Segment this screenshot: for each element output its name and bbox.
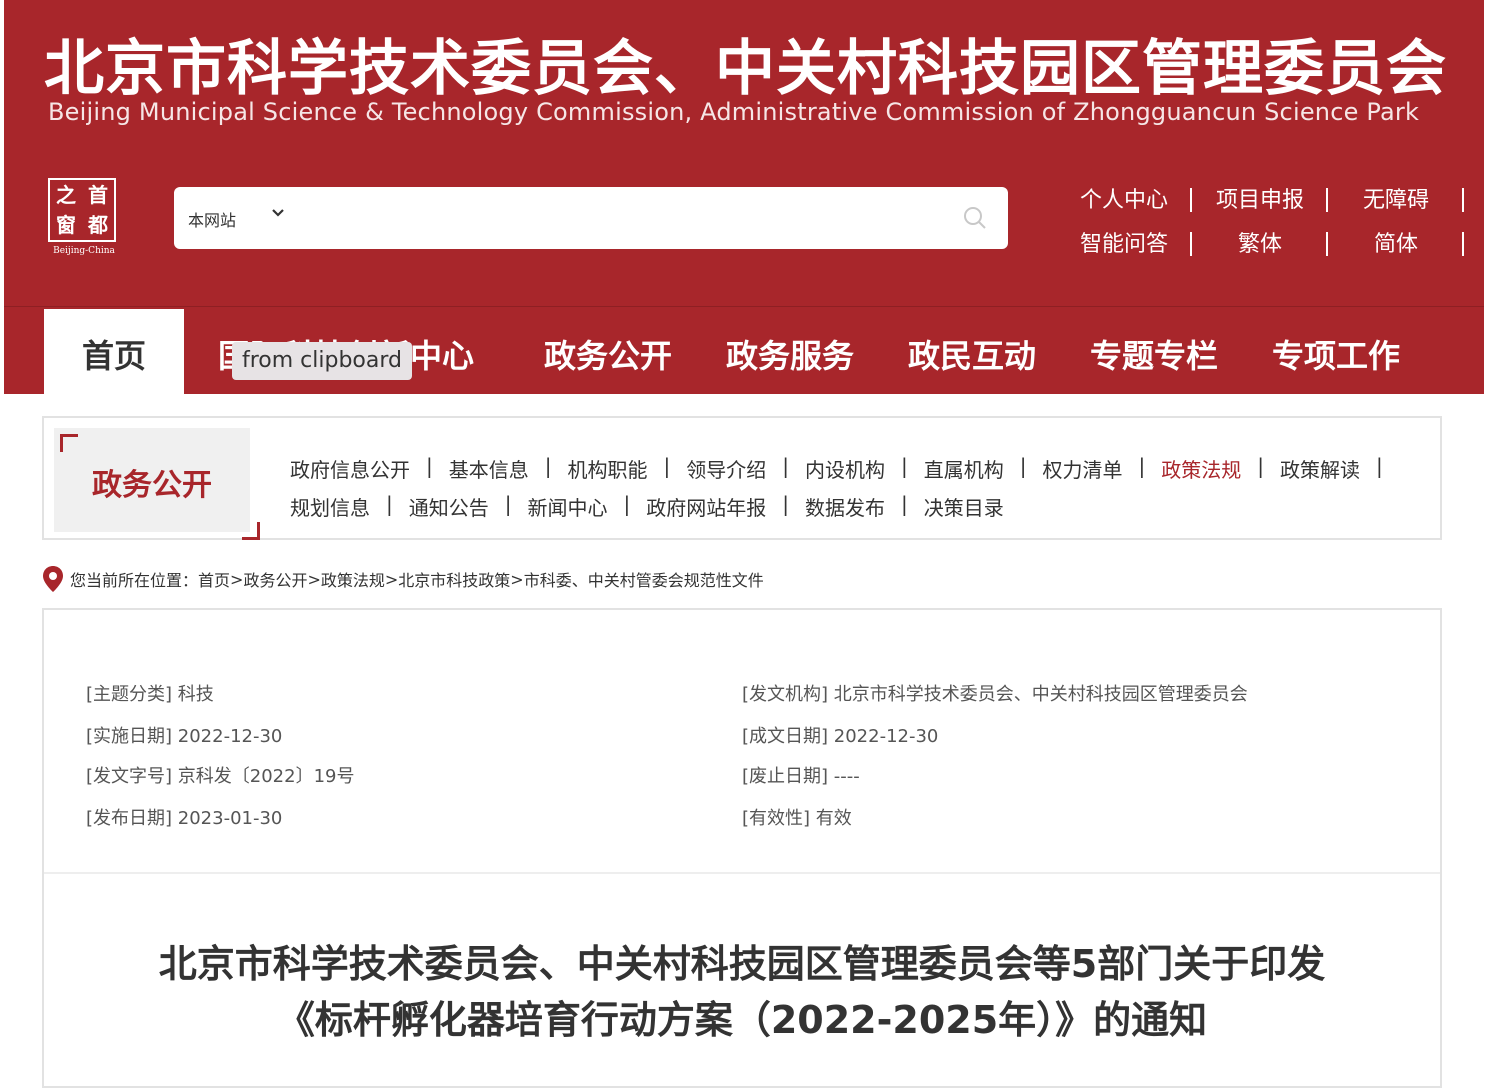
meta-doc-number: [发文字号] 京科发〔2022〕19号 bbox=[86, 766, 355, 787]
submenu-link[interactable]: 内设机构 bbox=[805, 454, 899, 483]
breadcrumb-home[interactable]: 首页 bbox=[198, 567, 230, 591]
submenu-link[interactable]: 权力清单 bbox=[1043, 454, 1137, 483]
submenu-link[interactable]: 机构职能 bbox=[568, 454, 662, 483]
search-input[interactable] bbox=[304, 199, 944, 237]
nav-item-interaction[interactable]: 政民互动 bbox=[908, 331, 1036, 377]
link-traditional[interactable]: 繁体 bbox=[1192, 226, 1328, 258]
submenu-link[interactable]: 基本信息 bbox=[449, 454, 543, 483]
link-smart-qa[interactable]: 智能问答 bbox=[1056, 226, 1192, 258]
submenu-link[interactable]: 直属机构 bbox=[924, 454, 1018, 483]
search-scope-select[interactable]: 本网站 bbox=[188, 207, 236, 231]
document-panel: [主题分类] 科技 [实施日期] 2022-12-30 [发文字号] 京科发〔2… bbox=[42, 608, 1442, 1088]
nav-item-special-work[interactable]: 专项工作 bbox=[1272, 331, 1400, 377]
breadcrumb-beijing-policy[interactable]: 北京市科技政策 bbox=[398, 567, 510, 591]
submenu-row-1: 政府信息公开 | 基本信息 | 机构职能 | 领导介绍 | 内设机构 | 直属机构 | 权力… bbox=[290, 454, 1383, 483]
logo-char-3: 窗 bbox=[56, 213, 76, 237]
location-pin-icon bbox=[42, 565, 64, 593]
clipboard-tooltip: from clipboard bbox=[232, 342, 412, 380]
submenu-link[interactable]: 数据发布 bbox=[805, 492, 899, 521]
nav-item-gov-services[interactable]: 政务服务 bbox=[726, 331, 854, 377]
corner-decoration bbox=[60, 434, 78, 452]
logo-char-4: 都 bbox=[88, 213, 108, 237]
logo-caption: Beijing-China bbox=[53, 246, 115, 256]
meta-validity: [有效性] 有效 bbox=[742, 808, 852, 829]
breadcrumb: 您当前所在位置： 首页 > 政务公开 > 政策法规 > 北京市科技政策 > 市科… bbox=[42, 564, 764, 594]
gov-affairs-submenu: 政务公开 政府信息公开 | 基本信息 | 机构职能 | 领导介绍 | 内设机构 | 直属机… bbox=[42, 416, 1442, 540]
meta-publish-date: [发布日期] 2023-01-30 bbox=[86, 808, 283, 829]
submenu-label-box: 政务公开 bbox=[54, 428, 260, 540]
corner-decoration bbox=[242, 522, 260, 540]
site-title-cn: 北京市科学技术委员会、中关村科技园区管理委员会 bbox=[44, 34, 1447, 104]
meta-effective-date: [实施日期] 2022-12-30 bbox=[86, 726, 283, 747]
submenu-link[interactable]: 领导介绍 bbox=[686, 454, 780, 483]
link-project-apply[interactable]: 项目申报 bbox=[1192, 182, 1328, 214]
nav-item-home[interactable]: 首页 bbox=[44, 309, 184, 419]
submenu-link[interactable]: 政策解读 bbox=[1280, 454, 1374, 483]
document-title: 北京市科学技术委员会、中关村科技园区管理委员会等5部门关于印发 《标杆孵化器培育… bbox=[44, 936, 1440, 1048]
submenu-link-active[interactable]: 政策法规 bbox=[1161, 454, 1255, 483]
submenu-link[interactable]: 政府网站年报 bbox=[646, 492, 780, 521]
meta-issuer: [发文机构] 北京市科学技术委员会、中关村科技园区管理委员会 bbox=[742, 684, 1248, 705]
breadcrumb-policy[interactable]: 政策法规 bbox=[321, 567, 385, 591]
meta-written-date: [成文日期] 2022-12-30 bbox=[742, 726, 939, 747]
link-simplified[interactable]: 简体 bbox=[1328, 226, 1464, 258]
submenu-link[interactable]: 规划信息 bbox=[290, 492, 384, 521]
nav-item-gov-affairs[interactable]: 政务公开 bbox=[544, 331, 672, 377]
capital-window-logo[interactable]: 之 首 窗 都 Beijing-China bbox=[44, 178, 124, 262]
submenu-link[interactable]: 决策目录 bbox=[924, 492, 1018, 521]
link-personal-center[interactable]: 个人中心 bbox=[1056, 182, 1192, 214]
submenu-link[interactable]: 新闻中心 bbox=[528, 492, 622, 521]
search-icon[interactable] bbox=[962, 205, 988, 231]
chevron-down-icon[interactable] bbox=[270, 205, 286, 226]
search-bar: 本网站 bbox=[174, 187, 1008, 249]
meta-repeal-date: [废止日期] ---- bbox=[742, 766, 860, 787]
link-accessibility[interactable]: 无障碍 bbox=[1328, 182, 1464, 214]
breadcrumb-gov-affairs[interactable]: 政务公开 bbox=[243, 567, 307, 591]
submenu-link[interactable]: 通知公告 bbox=[409, 492, 503, 521]
submenu-link[interactable]: 政府信息公开 bbox=[290, 454, 424, 483]
site-title-en: Beijing Municipal Science & Technology C… bbox=[48, 98, 1420, 126]
breadcrumb-prefix: 您当前所在位置： bbox=[70, 571, 199, 590]
breadcrumb-normative-docs[interactable]: 市科委、中关村管委会规范性文件 bbox=[524, 567, 764, 591]
submenu-label: 政务公开 bbox=[92, 468, 212, 503]
site-header: 北京市科学技术委员会、中关村科技园区管理委员会 Beijing Municipa… bbox=[4, 0, 1484, 306]
nav-item-topics[interactable]: 专题专栏 bbox=[1090, 331, 1218, 377]
top-links: 个人中心 项目申报 无障碍 智能问答 繁体 简体 bbox=[1056, 176, 1466, 264]
document-title-line-1: 北京市科学技术委员会、中关村科技园区管理委员会等5部门关于印发 bbox=[158, 942, 1326, 986]
document-title-line-2: 《标杆孵化器培育行动方案（2022-2025年）》的通知 bbox=[276, 998, 1208, 1042]
divider bbox=[44, 872, 1440, 874]
submenu-row-2: 规划信息 | 通知公告 | 新闻中心 | 政府网站年报 | 数据发布 | 决策目录 bbox=[290, 492, 1018, 521]
nav-home-label: 首页 bbox=[81, 337, 146, 375]
main-nav: 首页 国际科技创新中心 政务公开 政务服务 政民互动 专题专栏 专项工作 bbox=[4, 306, 1484, 419]
logo-char-2: 首 bbox=[88, 183, 108, 207]
meta-topic: [主题分类] 科技 bbox=[86, 684, 214, 705]
logo-char-1: 之 bbox=[56, 183, 76, 207]
